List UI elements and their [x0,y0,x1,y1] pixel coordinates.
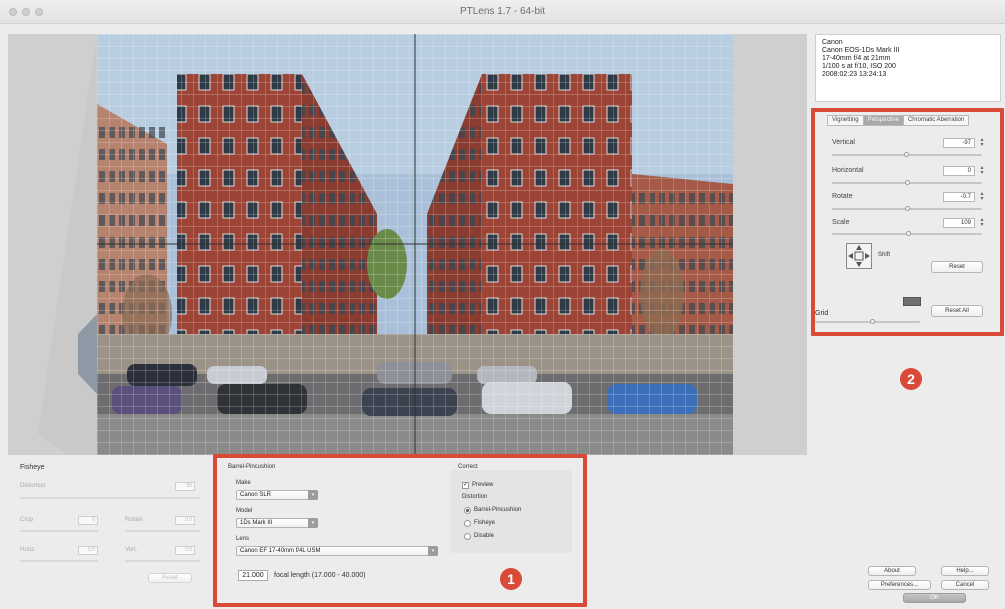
make-label: Make [236,480,251,486]
distortion-label: Distortion [462,494,488,500]
about-button[interactable]: About [868,566,916,576]
vertical-slider-knob[interactable] [904,152,909,157]
title-bar: PTLens 1.7 - 64-bit [0,0,1005,24]
help-button[interactable]: Help... [941,566,989,576]
model-popup[interactable]: 1Ds Mark III ▾ [236,518,318,528]
chevron-down-icon: ▾ [308,518,318,528]
fisheye-crop-slider[interactable] [20,530,98,532]
tab-perspective[interactable]: Perspective [862,115,904,126]
lens-label: Lens [236,536,250,542]
corrected-photo [97,34,733,455]
fisheye-distortion-slider[interactable] [20,497,200,499]
barrel-title: Barrel-Pincushion [228,464,276,470]
lens-value: Canon EF 17-40mm f/4L USM [240,548,321,554]
exif-line-make: Canon [822,39,843,46]
horizontal-label: Horizontal [832,167,864,174]
fisheye-panel: Fisheye Distortion 50 Crop 0 Rotate 0.0 … [20,460,215,600]
shift-label: Shift [878,252,891,258]
warp-margin-left [8,34,97,455]
exif-line-date: 2008:02:23 13:24:13 [822,71,887,78]
fisheye-horiz-slider[interactable] [20,560,98,562]
vertical-slider[interactable] [832,152,982,157]
radio-barrel-pincushion-label: Barrel-Pincushion [474,507,522,513]
correction-tabs: Vignetting Perspective Chromatic Aberrat… [827,115,970,126]
focal-length-input[interactable]: 21.000 [238,570,268,581]
barrel-pincushion-panel: Barrel-Pincushion Make Canon SLR ▾ Model … [214,454,587,606]
model-value: 1Ds Mark III [240,520,273,526]
tab-vignetting[interactable]: Vignetting [827,115,864,126]
radio-disable[interactable] [464,533,471,540]
rotate-value-field[interactable]: -0.7 [943,192,975,202]
scale-label: Scale [832,219,850,226]
reset-all-button[interactable]: Reset All [931,305,983,317]
scale-slider-knob[interactable] [906,231,911,236]
cancel-button[interactable]: Cancel [941,580,989,590]
horizontal-stepper[interactable]: ▴ ▾ [979,165,985,176]
chevron-down-icon: ▾ [308,490,318,500]
photo-scene [97,34,733,455]
grid-color-swatch[interactable] [903,297,921,306]
window-title: PTLens 1.7 - 64-bit [459,6,546,17]
scale-value-field[interactable]: 109 [943,218,975,228]
shift-arrows-icon [848,245,870,267]
ok-button[interactable]: OK [903,593,966,603]
exif-line-exposure: 1/100 s at f/10, ISO 200 [822,63,896,70]
make-popup[interactable]: Canon SLR ▾ [236,490,318,500]
chevron-down-icon: ▾ [428,546,438,556]
warp-margin-right [733,34,807,455]
horizontal-slider[interactable] [832,180,982,185]
fisheye-distortion-label: Distortion [20,483,46,489]
perspective-panel: Vignetting Perspective Chromatic Aberrat… [815,109,1001,334]
horizontal-slider-knob[interactable] [905,180,910,185]
fisheye-horiz-field[interactable]: 0.0 [78,546,98,555]
scale-stepper[interactable]: ▴ ▾ [979,217,985,228]
rotate-stepper[interactable]: ▴ ▾ [979,191,985,202]
ptlens-window: PTLens 1.7 - 64-bit Canon Canon EOS-1Ds … [0,0,1005,609]
fisheye-crop-label: Crop [20,517,34,523]
fisheye-vert-label: Vert. [125,547,138,553]
grid-slider-knob[interactable] [870,319,875,324]
fisheye-rotate-label: Rotate [125,517,143,523]
rotate-slider[interactable] [832,206,982,211]
fisheye-reset-button[interactable]: Reset [148,573,192,583]
reset-button[interactable]: Reset [931,261,983,273]
fisheye-rotate-field[interactable]: 0.0 [175,516,195,525]
vertical-value-field[interactable]: -97 [943,138,975,148]
exif-info-box: Canon Canon EOS-1Ds Mark III 17-40mm f/4… [815,34,1001,102]
callout-badge-2: 2 [900,368,922,390]
grid-label: Grid [815,310,829,317]
make-value: Canon SLR [240,492,272,498]
scale-slider[interactable] [832,231,982,236]
callout-badge-1: 1 [500,568,522,590]
shift-pad[interactable] [846,243,872,269]
fisheye-crop-field[interactable]: 0 [78,516,98,525]
vertical-stepper[interactable]: ▴ ▾ [979,137,985,148]
vertical-label: Vertical [832,139,855,146]
grid-slider[interactable] [815,319,920,324]
preview-checkbox[interactable]: ✓ [462,482,469,489]
rotate-slider-knob[interactable] [905,206,910,211]
rotate-label: Rotate [832,193,853,200]
fisheye-horiz-label: Horiz. [20,547,36,553]
radio-fisheye[interactable] [464,520,471,527]
fisheye-distortion-field[interactable]: 50 [175,482,195,491]
tab-chromatic-aberration[interactable]: Chromatic Aberration [902,115,970,126]
radio-disable-label: Disable [474,533,495,539]
radio-fisheye-label: Fisheye [474,520,496,526]
fisheye-rotate-slider[interactable] [125,530,200,532]
fisheye-title: Fisheye [20,464,45,471]
horizontal-value-field[interactable]: 0 [943,166,975,176]
fisheye-vert-field[interactable]: 0.0 [175,546,195,555]
focal-length-range: focal length (17.000 - 40.000) [274,572,366,579]
exif-line-lens: 17-40mm f/4 at 21mm [822,55,891,62]
fisheye-vert-slider[interactable] [125,560,200,562]
warp-left-graphic [38,34,97,455]
lens-popup[interactable]: Canon EF 17-40mm f/4L USM ▾ [236,546,438,556]
model-label: Model [236,508,253,514]
exif-line-camera: Canon EOS-1Ds Mark III [822,47,900,54]
radio-barrel-pincushion[interactable] [464,507,471,514]
correct-title: Correct [458,464,478,470]
preferences-button[interactable]: Preferences... [868,580,931,590]
preview-label: Preview [472,482,494,488]
